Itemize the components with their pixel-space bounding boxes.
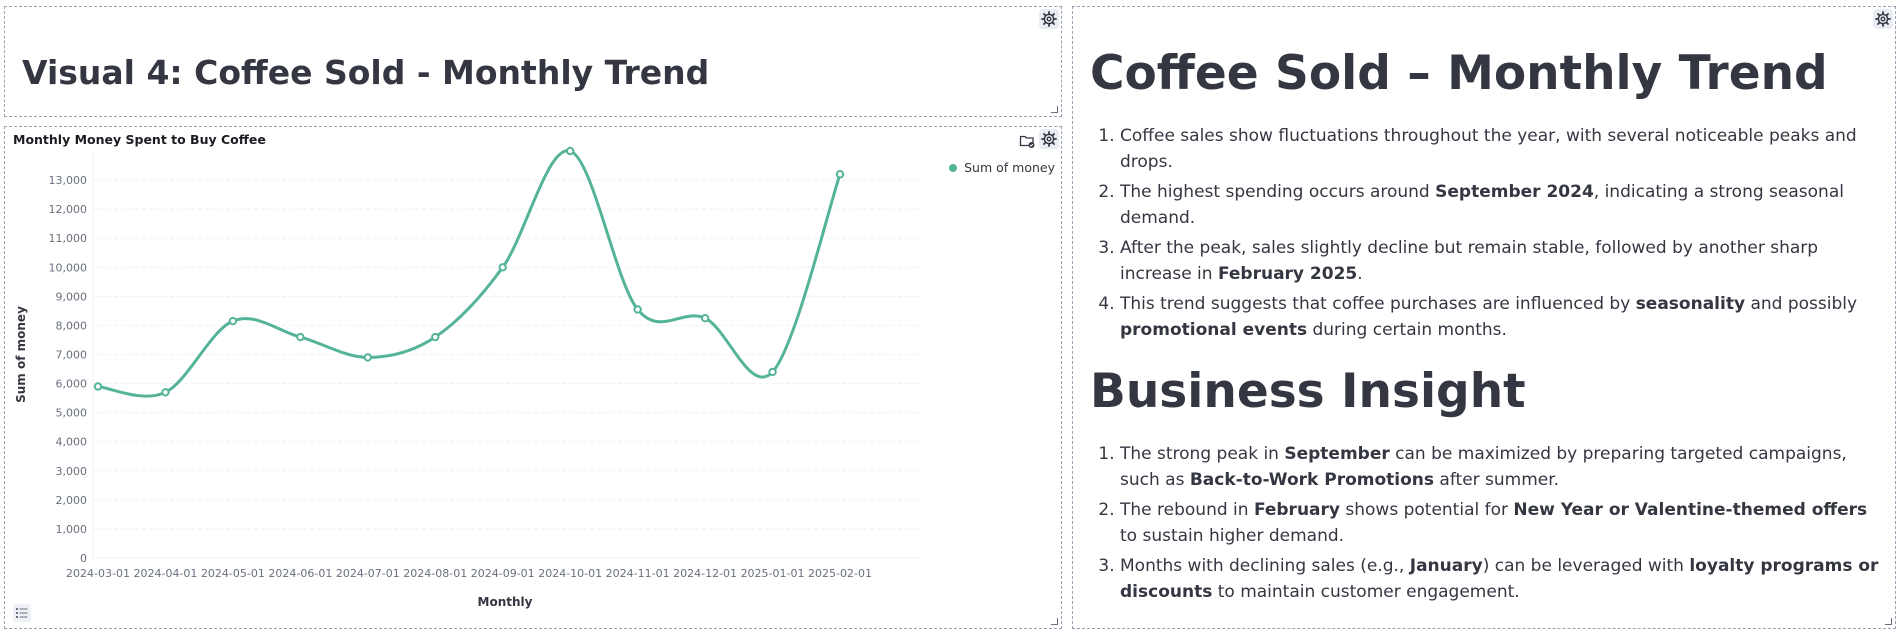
bold-text: September [1284, 444, 1390, 465]
y-tick-label: 0 [80, 552, 87, 565]
x-tick-label: 2025-02-01 [808, 567, 872, 580]
bold-text: February 2025 [1217, 264, 1358, 285]
data-point [93, 382, 103, 391]
x-tick-label: 2024-04-01 [133, 567, 197, 580]
list-item: The strong peak in September can be maxi… [1120, 441, 1887, 493]
text-run: after summer. [1434, 470, 1560, 491]
text-run: ) can be leveraged with [1482, 556, 1690, 577]
y-tick-label: 1,000 [56, 523, 88, 536]
list-item: Coffee sales show fluctuations throughou… [1120, 123, 1887, 175]
x-tick-label: 2024-03-01 [66, 567, 130, 580]
trend-list: Coffee sales show fluctuations throughou… [1090, 123, 1887, 343]
text-run: This trend suggests that coffee purchase… [1120, 294, 1636, 315]
data-point [565, 146, 575, 156]
title-panel: Visual 4: Coffee Sold - Monthly Trend [4, 6, 1062, 117]
markdown-content: Coffee Sold – Monthly Trend Coffee sales… [1090, 46, 1887, 609]
insight-heading: Business Insight [1090, 364, 1526, 420]
data-point [835, 170, 845, 179]
y-tick-label: 6,000 [56, 378, 88, 391]
bold-text: seasonality [1635, 294, 1746, 315]
x-tick-label: 2024-07-01 [336, 567, 400, 580]
list-icon[interactable] [13, 604, 31, 622]
y-tick-label: 13,000 [49, 174, 88, 187]
markdown-panel: Coffee Sold – Monthly Trend Coffee sales… [1072, 6, 1896, 629]
bold-text: February [1253, 500, 1340, 521]
x-tick-label: 2024-08-01 [403, 567, 467, 580]
text-run: The strong peak in [1120, 444, 1285, 465]
x-tick-label: 2024-12-01 [673, 567, 737, 580]
y-axis-title: Sum of money [14, 306, 28, 403]
text-run: Months with declining sales (e.g., [1120, 556, 1410, 577]
text-run: during certain months. [1307, 320, 1507, 341]
data-point [296, 332, 305, 342]
chart-panel: Monthly Money Spent to Buy Coffee Sum of… [4, 126, 1062, 629]
data-point [700, 313, 710, 323]
trend-heading: Coffee Sold – Monthly Trend [1090, 46, 1828, 101]
text-run: and possibly [1745, 294, 1858, 315]
line-chart: 0 1,000 2,000 3,000 4,000 5,000 6,000 7,000 8,00… [14, 146, 920, 609]
data-point [498, 263, 507, 272]
list-item: The highest spending occurs around Septe… [1120, 179, 1887, 231]
gear-icon[interactable] [1039, 9, 1059, 29]
insight-list: The strong peak in September can be maxi… [1090, 441, 1887, 605]
data-point [228, 316, 238, 326]
y-tick-label: 3,000 [56, 465, 88, 478]
text-run: The rebound in [1120, 500, 1254, 521]
resize-handle-icon[interactable] [1885, 618, 1892, 625]
x-tick-label: 2025-01-01 [741, 567, 805, 580]
series-line [97, 149, 842, 398]
text-run: . [1357, 264, 1363, 285]
text-run: Coffee sales show fluctuations throughou… [1120, 126, 1857, 173]
bold-text: promotional events [1120, 320, 1308, 341]
x-axis-title: Monthly [478, 595, 533, 609]
y-tick-label: 10,000 [49, 261, 88, 274]
list-item: Months with declining sales (e.g., Janua… [1120, 553, 1887, 605]
bold-text: New Year or Valentine-themed offers [1513, 500, 1868, 521]
x-tick-label: 2024-11-01 [606, 567, 670, 580]
y-tick-label: 12,000 [49, 203, 88, 216]
bold-text: September 2024 [1435, 182, 1594, 203]
text-run: to sustain higher demand. [1120, 526, 1345, 547]
gear-icon[interactable] [1873, 9, 1893, 29]
text-run: The highest spending occurs around [1120, 182, 1436, 203]
resize-handle-icon[interactable] [1051, 618, 1058, 625]
data-point [363, 353, 373, 362]
y-tick-label: 8,000 [56, 319, 88, 332]
data-point [431, 332, 440, 342]
y-tick-label: 4,000 [56, 436, 88, 449]
text-run: shows potential for [1339, 500, 1514, 521]
text-run: to maintain customer engagement. [1212, 582, 1520, 603]
resize-handle-icon[interactable] [1051, 106, 1058, 113]
data-point [633, 305, 642, 314]
x-tick-label: 2024-09-01 [471, 567, 535, 580]
y-tick-label: 7,000 [56, 349, 88, 362]
y-tick-label: 2,000 [56, 494, 88, 507]
list-item: After the peak, sales slightly decline b… [1120, 235, 1887, 287]
y-tick-label: 9,000 [56, 290, 88, 303]
x-tick-label: 2024-10-01 [538, 567, 602, 580]
data-point [768, 367, 777, 377]
dashboard-title: Visual 4: Coffee Sold - Monthly Trend [22, 53, 710, 92]
y-tick-label: 5,000 [56, 407, 88, 420]
list-item: The rebound in February shows potential … [1120, 497, 1887, 549]
bold-text: Back-to-Work Promotions [1189, 470, 1435, 491]
x-tick-label: 2024-05-01 [201, 567, 265, 580]
bold-text: January [1409, 556, 1483, 577]
list-item: This trend suggests that coffee purchase… [1120, 291, 1887, 343]
x-tick-label: 2024-06-01 [268, 567, 332, 580]
y-tick-label: 11,000 [49, 232, 88, 245]
data-point [161, 388, 170, 397]
